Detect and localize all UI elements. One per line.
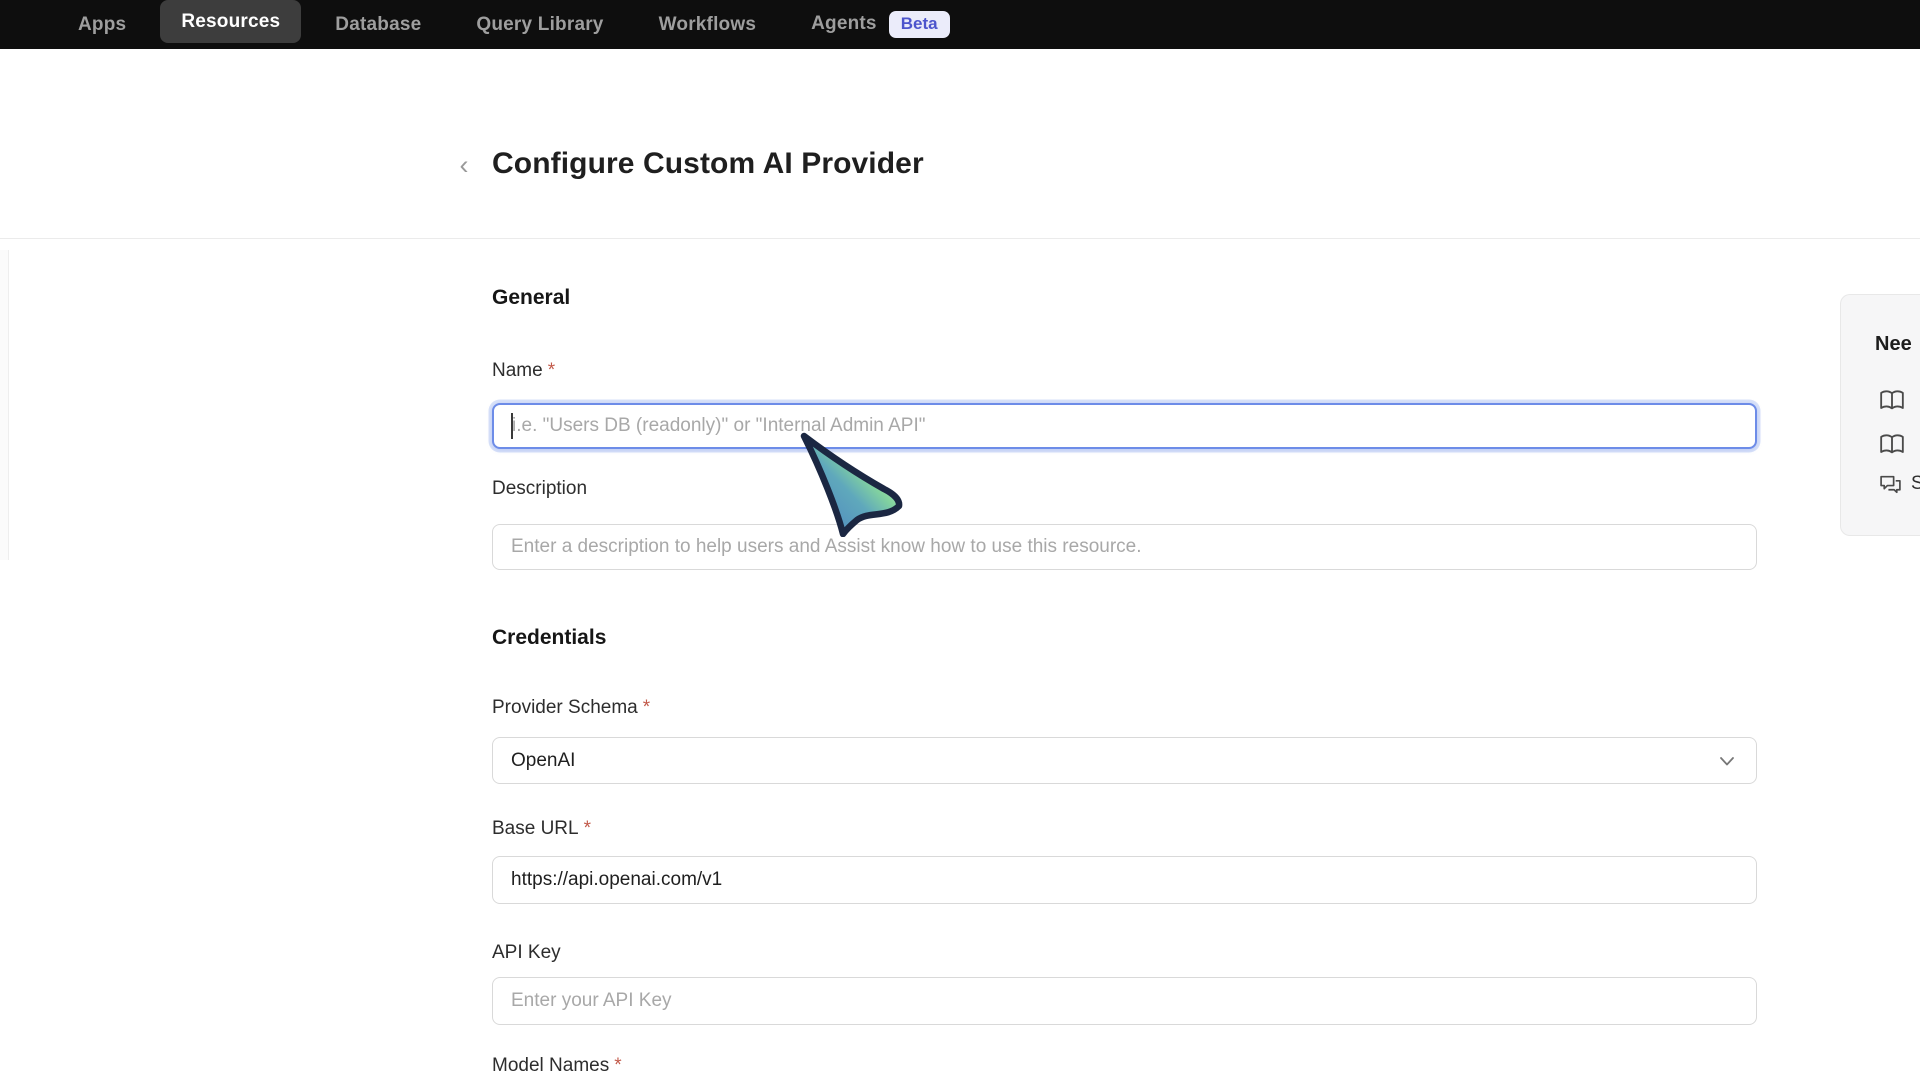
nav-item-database[interactable]: Database bbox=[335, 14, 421, 36]
header-divider bbox=[0, 238, 1920, 239]
top-nav: Apps Resources Database Query Library Wo… bbox=[0, 0, 1920, 49]
name-label-text: Name bbox=[492, 360, 543, 381]
help-link-docs-2[interactable] bbox=[1879, 433, 1905, 457]
screen: Apps Resources Database Query Library Wo… bbox=[0, 0, 1920, 1080]
api-key-input[interactable] bbox=[492, 977, 1757, 1025]
chevron-down-icon bbox=[1718, 752, 1736, 770]
open-book-icon bbox=[1879, 389, 1905, 413]
base-url-label: Base URL* bbox=[492, 818, 591, 840]
provider-schema-value: OpenAI bbox=[511, 750, 575, 772]
open-book-icon bbox=[1879, 433, 1905, 457]
left-edge-sliver bbox=[0, 250, 9, 560]
model-names-label-text: Model Names bbox=[492, 1055, 609, 1076]
section-heading-credentials: Credentials bbox=[492, 626, 606, 650]
name-label: Name* bbox=[492, 360, 555, 382]
model-names-required-marker: * bbox=[614, 1055, 621, 1076]
nav-item-agents-group: Agents Beta bbox=[811, 11, 949, 38]
chat-bubbles-icon bbox=[1879, 474, 1902, 495]
description-label: Description bbox=[492, 478, 587, 500]
page-title: Configure Custom AI Provider bbox=[492, 147, 924, 181]
provider-schema-label-text: Provider Schema bbox=[492, 697, 638, 718]
section-heading-general: General bbox=[492, 286, 570, 310]
back-button[interactable]: ‹ bbox=[450, 148, 478, 182]
text-caret bbox=[511, 413, 513, 439]
nav-item-workflows[interactable]: Workflows bbox=[659, 14, 757, 36]
base-url-required-marker: * bbox=[584, 818, 591, 839]
nav-item-agents[interactable]: Agents bbox=[811, 13, 877, 35]
provider-schema-required-marker: * bbox=[643, 697, 650, 718]
nav-item-resources[interactable]: Resources bbox=[160, 0, 301, 43]
name-input-wrap bbox=[492, 403, 1757, 449]
base-url-input[interactable] bbox=[492, 856, 1757, 904]
nav-item-apps[interactable]: Apps bbox=[78, 14, 126, 36]
model-names-label: Model Names* bbox=[492, 1055, 622, 1077]
description-input[interactable] bbox=[492, 524, 1757, 570]
base-url-label-text: Base URL bbox=[492, 818, 579, 839]
help-panel-heading: Nee bbox=[1875, 333, 1912, 356]
provider-schema-label: Provider Schema* bbox=[492, 697, 650, 719]
name-input[interactable] bbox=[492, 403, 1757, 449]
help-link-support-label: S bbox=[1911, 473, 1920, 495]
name-required-marker: * bbox=[548, 360, 555, 381]
help-link-docs-1[interactable] bbox=[1879, 389, 1905, 413]
help-panel: Nee S bbox=[1840, 294, 1920, 536]
provider-schema-select[interactable]: OpenAI bbox=[492, 737, 1757, 784]
nav-item-query-library[interactable]: Query Library bbox=[476, 14, 603, 36]
api-key-label: API Key bbox=[492, 942, 561, 964]
beta-badge: Beta bbox=[889, 11, 950, 38]
help-link-support[interactable]: S bbox=[1879, 473, 1920, 495]
